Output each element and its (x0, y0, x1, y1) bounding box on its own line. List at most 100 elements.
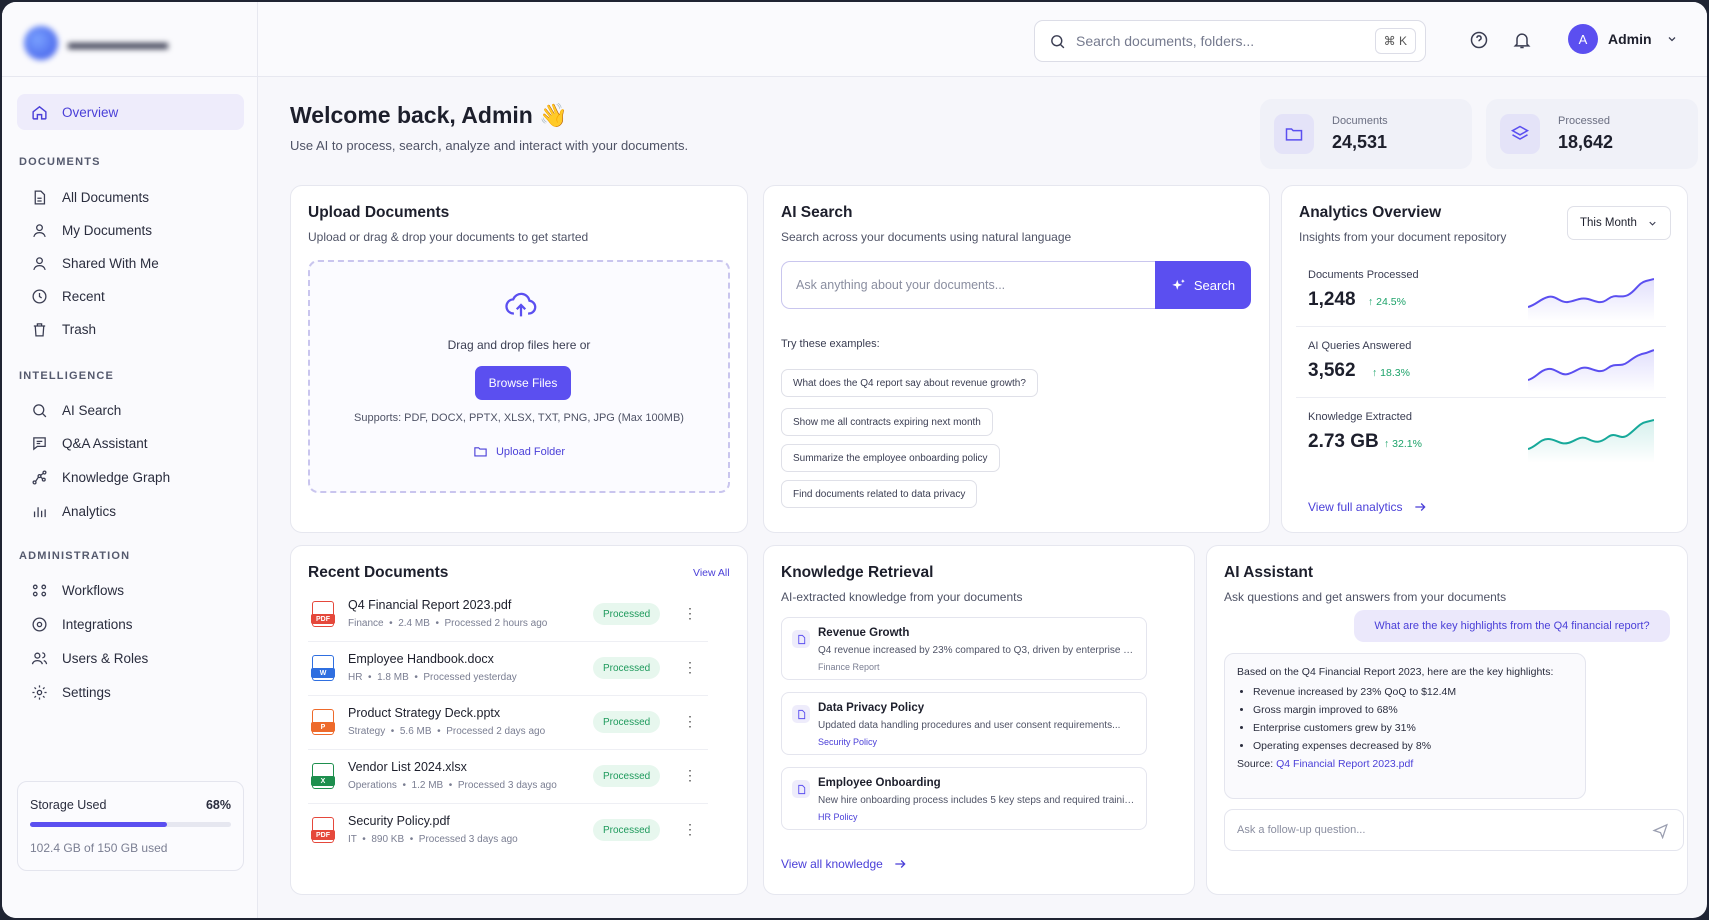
sparkline-queries (1528, 349, 1654, 392)
file-type-label: W (311, 668, 335, 678)
status-badge: Processed (593, 711, 661, 733)
integrations-icon (32, 616, 47, 632)
knowledge-card: Knowledge Retrieval AI-extracted knowled… (763, 545, 1195, 895)
folder-icon (1274, 114, 1314, 154)
status-badge: Processed (593, 657, 661, 679)
app-logo[interactable]: ▬▬▬▬▬ (24, 26, 168, 60)
document-size: 2.4 MB (398, 618, 430, 629)
document-category: IT (348, 834, 357, 845)
user-name: Admin (1608, 31, 1652, 47)
dropzone[interactable]: Drag and drop files here or Browse Files… (308, 260, 730, 493)
knowledge-item[interactable]: Data Privacy Policy Updated data handlin… (781, 692, 1147, 755)
knowledge-item[interactable]: Employee Onboarding New hire onboarding … (781, 767, 1147, 830)
upload-folder-link[interactable]: Upload Folder (310, 444, 728, 459)
metric-ai-queries: AI Queries Answered 3,562 ↑ 18.3% (1296, 330, 1666, 398)
knowledge-source: Finance Report (818, 662, 880, 672)
example-chip[interactable]: Summarize the employee onboarding policy (781, 444, 1000, 472)
chevron-down-icon (1649, 221, 1656, 226)
help-icon[interactable] (1469, 30, 1489, 50)
view-all-knowledge-link[interactable]: View all knowledge (781, 857, 907, 871)
view-all-link[interactable]: View All (693, 567, 730, 579)
sidebar-item-label: Recent (62, 288, 105, 304)
sidebar-item-analytics[interactable]: Analytics (17, 493, 244, 529)
storage-label: Storage Used (30, 798, 107, 812)
card-title: Knowledge Retrieval (781, 564, 934, 581)
sidebar-item-label: My Documents (62, 222, 153, 238)
search-input[interactable]: Search documents, folders... ⌘ K (1034, 20, 1426, 62)
examples-label: Try these examples: (781, 338, 880, 350)
send-icon[interactable] (1652, 822, 1669, 839)
card-title: Recent Documents (308, 564, 449, 581)
sidebar-item-integrations[interactable]: Integrations (17, 606, 244, 642)
view-analytics-link[interactable]: View full analytics (1308, 500, 1427, 514)
storage-bar (30, 822, 231, 827)
sidebar-item-ai-search[interactable]: AI Search (17, 392, 244, 428)
sidebar-item-trash[interactable]: Trash (17, 311, 244, 347)
sidebar-item-recent[interactable]: Recent (17, 278, 244, 314)
document-name: Employee Handbook.docx (348, 652, 494, 666)
card-subtitle: Upload or drag & drop your documents to … (308, 230, 589, 244)
view-analytics-label: View full analytics (1308, 500, 1403, 514)
document-icon (792, 780, 810, 798)
search-placeholder: Search documents, folders... (1076, 33, 1255, 49)
document-row[interactable]: PDF Q4 Financial Report 2023.pdf Finance •… (308, 592, 708, 642)
more-options-icon[interactable]: ⋮ (683, 606, 697, 620)
view-all-knowledge-label: View all knowledge (781, 857, 883, 871)
ai-search-button[interactable]: Search (1155, 261, 1251, 309)
file-type-label: P (311, 722, 335, 732)
upload-card: Upload Documents Upload or drag & drop y… (290, 185, 748, 533)
card-title: AI Assistant (1224, 564, 1314, 581)
knowledge-title: Data Privacy Policy (818, 702, 925, 714)
users-icon (31, 651, 48, 664)
follow-up-input[interactable]: Ask a follow-up question... (1224, 809, 1684, 851)
sidebar-item-qa-assistant[interactable]: Q&A Assistant (17, 425, 244, 461)
browse-files-button[interactable]: Browse Files (475, 366, 571, 400)
gear-icon (32, 684, 47, 700)
logo-mark (24, 26, 58, 60)
example-chip[interactable]: What does the Q4 report say about revenu… (781, 369, 1038, 397)
sidebar-item-shared-with-me[interactable]: Shared With Me (17, 245, 244, 281)
document-row[interactable]: X Vendor List 2024.xlsx Operations • 1.2 M… (308, 754, 708, 804)
answer-bullet: Revenue increased by 23% QoQ to $12.4M (1253, 686, 1573, 698)
assistant-message: Based on the Q4 Financial Report 2023, h… (1224, 653, 1586, 799)
sidebar-item-workflows[interactable]: Workflows (17, 572, 244, 608)
status-badge: Processed (593, 603, 661, 625)
example-chip[interactable]: Show me all contracts expiring next mont… (781, 408, 993, 436)
more-options-icon[interactable]: ⋮ (683, 660, 697, 674)
arrow-right-icon (1414, 503, 1426, 511)
more-options-icon[interactable]: ⋮ (683, 714, 697, 728)
example-chip[interactable]: Find documents related to data privacy (781, 480, 978, 508)
sidebar-item-all-documents[interactable]: All Documents (17, 179, 244, 215)
document-row[interactable]: PDF Security Policy.pdf IT • 890 KB • Proc… (308, 808, 708, 858)
bell-icon[interactable] (1512, 30, 1532, 50)
file-type-label: PDF (311, 614, 335, 624)
sidebar-item-users-roles[interactable]: Users & Roles (17, 640, 244, 676)
clock-icon (32, 288, 47, 304)
more-options-icon[interactable]: ⋮ (683, 768, 697, 782)
shared-user-icon (33, 256, 46, 270)
sidebar-item-my-documents[interactable]: My Documents (17, 212, 244, 248)
knowledge-title: Employee Onboarding (818, 777, 941, 789)
period-dropdown[interactable]: This Month (1567, 206, 1671, 240)
sidebar-item-overview[interactable]: Overview (17, 94, 244, 130)
file-type-icon: PDF (311, 601, 335, 627)
user-menu[interactable]: A Admin (1568, 24, 1678, 54)
sidebar-item-knowledge-graph[interactable]: Knowledge Graph (17, 459, 244, 495)
source-label: Source: (1237, 758, 1274, 770)
ai-search-input[interactable]: Ask anything about your documents... (781, 261, 1155, 309)
document-row[interactable]: W Employee Handbook.docx HR • 1.8 MB • Pro… (308, 646, 708, 696)
metric-label: Documents Processed (1308, 269, 1419, 281)
document-icon (792, 705, 810, 723)
source-link[interactable]: Q4 Financial Report 2023.pdf (1276, 758, 1413, 770)
home-icon (32, 105, 47, 120)
recent-documents-card: Recent Documents View All PDF Q4 Financia… (290, 545, 748, 895)
document-time: Processed yesterday (423, 672, 517, 683)
sidebar-item-settings[interactable]: Settings (17, 674, 244, 710)
document-row[interactable]: P Product Strategy Deck.pptx Strategy • 5.… (308, 700, 708, 750)
knowledge-item[interactable]: Revenue Growth Q4 revenue increased by 2… (781, 617, 1147, 680)
stat-value: 24,531 (1332, 132, 1388, 152)
document-category: Operations (348, 780, 397, 791)
card-title: AI Search (781, 204, 853, 221)
more-options-icon[interactable]: ⋮ (683, 822, 697, 836)
metric-documents-processed: Documents Processed 1,248 ↑ 24.5% (1296, 259, 1666, 327)
